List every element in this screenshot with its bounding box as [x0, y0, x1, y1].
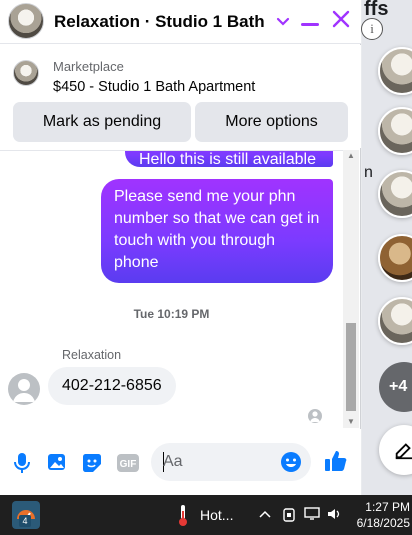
close-icon[interactable]	[330, 10, 352, 32]
scroll-down-arrow[interactable]: ▼	[343, 416, 359, 428]
gif-label: GIF	[120, 459, 137, 470]
microphone-icon[interactable]	[11, 451, 35, 475]
listing-thumbnail	[13, 60, 39, 86]
conversation-title[interactable]: Relaxation · Studio 1 Bath ...	[54, 12, 264, 32]
info-icon[interactable]: i	[361, 18, 383, 40]
sticker-icon[interactable]	[80, 451, 104, 475]
message-composer: GIF	[0, 429, 361, 495]
chat-window: Relaxation · Studio 1 Bath ... Marketpla…	[0, 0, 361, 495]
gif-icon[interactable]: GIF	[116, 451, 140, 475]
outgoing-message[interactable]: Hello this is still available	[125, 151, 333, 168]
mark-as-pending-button[interactable]: Mark as pending	[13, 102, 191, 142]
meet-now-icon[interactable]	[282, 507, 296, 526]
message-input[interactable]	[163, 452, 273, 472]
timestamp-separator: Tue 10:19 PM	[133, 307, 210, 321]
incoming-message[interactable]: 402-212-6856	[48, 367, 176, 405]
chat-header: Relaxation · Studio 1 Bath ...	[0, 0, 361, 44]
thread-scrollbar[interactable]: ▲ ▼	[343, 150, 359, 428]
thumbs-up-icon[interactable]	[323, 448, 347, 472]
marketplace-panel: Marketplace $450 - Studio 1 Bath Apartme…	[0, 45, 361, 148]
marketplace-label: Marketplace	[53, 59, 124, 74]
outgoing-message[interactable]: Please send me your phn number so that w…	[101, 179, 333, 283]
thermometer-icon	[179, 505, 187, 526]
message-thread[interactable]: Hello this is still available Please sen…	[0, 150, 343, 428]
minimize-icon[interactable]	[299, 10, 321, 32]
more-options-button[interactable]: More options	[195, 102, 348, 142]
tray-overflow-icon[interactable]	[258, 507, 272, 522]
clock-date: 6/18/2025	[356, 516, 410, 530]
scroll-up-arrow[interactable]: ▲	[343, 150, 359, 162]
clock-time: 1:27 PM	[365, 500, 410, 514]
sender-name: Relaxation	[62, 348, 122, 362]
scroll-thumb[interactable]	[346, 323, 356, 411]
message-input-box[interactable]	[151, 443, 311, 481]
background-text-fragment: n	[364, 164, 373, 181]
clock[interactable]: 1:27 PM 6/18/2025	[356, 499, 410, 531]
sender-avatar[interactable]	[8, 373, 40, 405]
photo-icon[interactable]	[46, 451, 70, 475]
conversation-avatar[interactable]	[8, 3, 44, 39]
emoji-icon[interactable]	[280, 451, 302, 473]
weather-widget[interactable]: Hot...	[200, 507, 233, 523]
network-icon[interactable]	[304, 507, 320, 524]
taskbar-badge: 4	[19, 515, 31, 527]
taskbar: 4 Hot... 1:27 PM 6/18/2025	[0, 495, 412, 535]
compose-icon	[395, 443, 412, 460]
chevron-down-icon[interactable]	[272, 10, 294, 32]
volume-icon[interactable]	[326, 507, 342, 524]
listing-title[interactable]: $450 - Studio 1 Bath Apartment	[53, 79, 255, 95]
seen-receipt-avatar	[308, 409, 322, 423]
